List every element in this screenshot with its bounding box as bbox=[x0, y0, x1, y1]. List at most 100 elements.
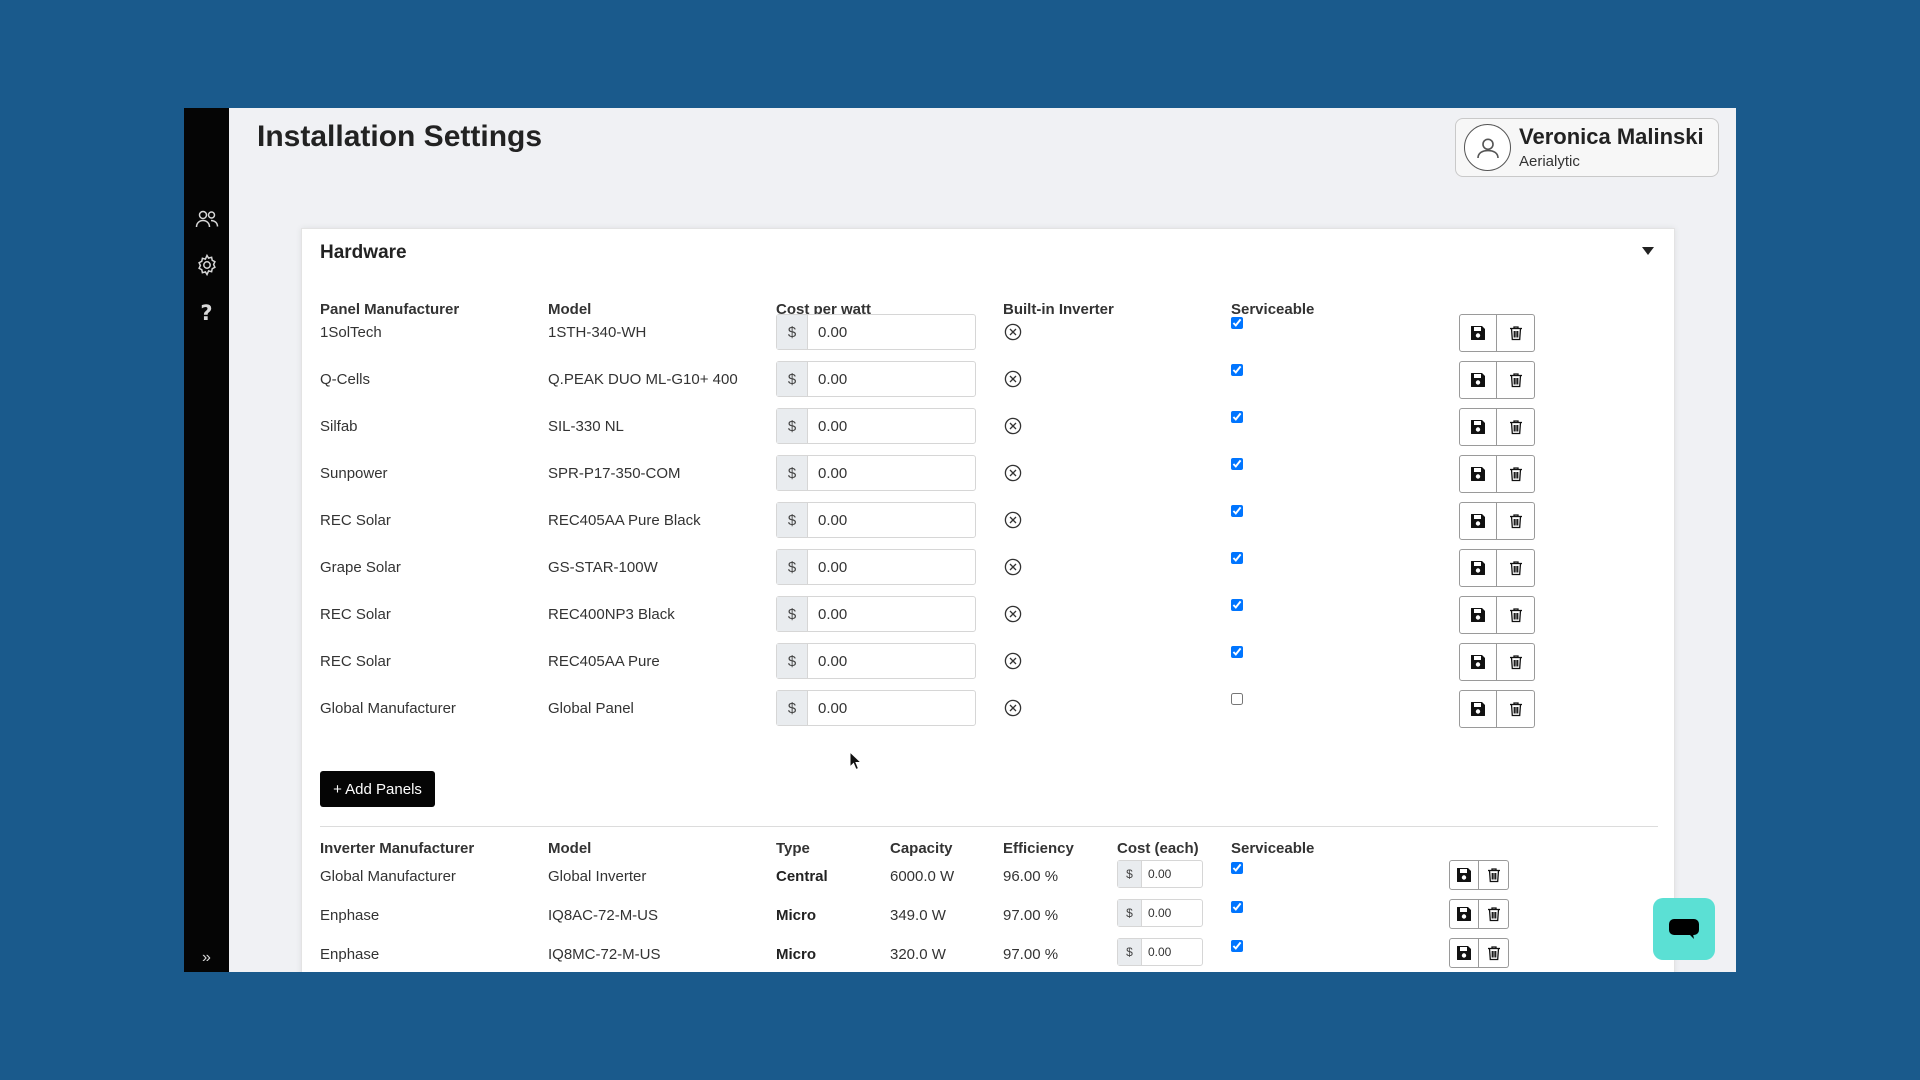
serviceable-checkbox[interactable] bbox=[1231, 646, 1243, 658]
cost-per-watt-input[interactable]: $ bbox=[776, 690, 976, 726]
cost-per-watt-input[interactable]: $ bbox=[776, 455, 976, 491]
inverter-cost-field[interactable] bbox=[1142, 861, 1202, 887]
users-icon[interactable] bbox=[192, 204, 221, 233]
trash-icon[interactable] bbox=[1497, 408, 1535, 446]
x-circle-icon bbox=[1003, 510, 1023, 530]
row-actions bbox=[1449, 938, 1509, 968]
inverter-efficiency: 97.00 % bbox=[1003, 946, 1059, 963]
cost-per-watt-field[interactable] bbox=[808, 644, 975, 678]
row-actions bbox=[1449, 899, 1509, 929]
serviceable-checkbox[interactable] bbox=[1231, 364, 1243, 376]
trash-icon[interactable] bbox=[1497, 361, 1535, 399]
serviceable-checkbox[interactable] bbox=[1231, 317, 1243, 329]
serviceable-checkbox[interactable] bbox=[1231, 693, 1243, 705]
serviceable-checkbox[interactable] bbox=[1231, 901, 1243, 913]
inverter-cost-input[interactable]: $ bbox=[1117, 899, 1203, 927]
row-actions bbox=[1459, 549, 1535, 587]
cost-per-watt-field[interactable] bbox=[808, 362, 975, 396]
cost-per-watt-field[interactable] bbox=[808, 456, 975, 490]
trash-icon[interactable] bbox=[1497, 455, 1535, 493]
gear-icon[interactable] bbox=[192, 250, 221, 279]
trash-icon[interactable] bbox=[1479, 860, 1509, 890]
row-actions bbox=[1449, 860, 1509, 890]
inverter-model: Global Inverter bbox=[548, 868, 647, 885]
panel-manufacturer: REC Solar bbox=[320, 653, 391, 670]
row-actions bbox=[1459, 596, 1535, 634]
trash-icon[interactable] bbox=[1497, 549, 1535, 587]
trash-icon[interactable] bbox=[1479, 899, 1509, 929]
inverter-header-manufacturer: Inverter Manufacturer bbox=[320, 840, 475, 857]
add-panels-button[interactable]: + Add Panels bbox=[320, 771, 435, 807]
save-icon[interactable] bbox=[1459, 455, 1497, 493]
save-icon[interactable] bbox=[1459, 549, 1497, 587]
save-icon[interactable] bbox=[1449, 860, 1479, 890]
save-icon[interactable] bbox=[1459, 690, 1497, 728]
x-circle-icon bbox=[1003, 463, 1023, 483]
trash-icon[interactable] bbox=[1497, 314, 1535, 352]
cost-per-watt-field[interactable] bbox=[808, 409, 975, 443]
row-actions bbox=[1459, 361, 1535, 399]
trash-icon[interactable] bbox=[1497, 643, 1535, 681]
trash-icon[interactable] bbox=[1479, 938, 1509, 968]
cost-per-watt-input[interactable]: $ bbox=[776, 361, 976, 397]
mouse-cursor-icon bbox=[849, 751, 863, 771]
serviceable-checkbox[interactable] bbox=[1231, 458, 1243, 470]
save-icon[interactable] bbox=[1459, 502, 1497, 540]
save-icon[interactable] bbox=[1459, 314, 1497, 352]
panel-header-builtin-inverter: Built-in Inverter bbox=[1003, 301, 1114, 318]
inverter-model: IQ8AC-72-M-US bbox=[548, 907, 659, 924]
help-icon[interactable]: ? bbox=[192, 298, 221, 327]
serviceable-checkbox[interactable] bbox=[1231, 599, 1243, 611]
save-icon[interactable] bbox=[1459, 408, 1497, 446]
inverter-header-serviceable: Serviceable bbox=[1231, 840, 1315, 857]
app-window: ? » Installation Settings Veronica Malin… bbox=[184, 108, 1736, 972]
cost-per-watt-field[interactable] bbox=[808, 597, 975, 631]
panel-header-manufacturer: Panel Manufacturer bbox=[320, 301, 460, 318]
save-icon[interactable] bbox=[1459, 361, 1497, 399]
inverter-cost-input[interactable]: $ bbox=[1117, 938, 1203, 966]
collapse-caret-icon[interactable] bbox=[1642, 247, 1654, 255]
trash-icon[interactable] bbox=[1497, 502, 1535, 540]
row-actions bbox=[1459, 643, 1535, 681]
cost-per-watt-input[interactable]: $ bbox=[776, 408, 976, 444]
panel-model: 1STH-340-WH bbox=[548, 324, 647, 341]
serviceable-checkbox[interactable] bbox=[1231, 411, 1243, 423]
inverter-header-capacity: Capacity bbox=[890, 840, 953, 857]
cost-per-watt-input[interactable]: $ bbox=[776, 502, 976, 538]
inverter-manufacturer: Enphase bbox=[320, 946, 380, 963]
trash-icon[interactable] bbox=[1497, 596, 1535, 634]
inverter-manufacturer: Enphase bbox=[320, 907, 380, 924]
inverter-cost-input[interactable]: $ bbox=[1117, 860, 1203, 888]
cost-per-watt-input[interactable]: $ bbox=[776, 314, 976, 350]
cost-per-watt-field[interactable] bbox=[808, 550, 975, 584]
cost-per-watt-field[interactable] bbox=[808, 315, 975, 349]
serviceable-checkbox[interactable] bbox=[1231, 940, 1243, 952]
serviceable-checkbox[interactable] bbox=[1231, 552, 1243, 564]
user-profile-card[interactable]: Veronica Malinski Aerialytic bbox=[1455, 118, 1719, 177]
trash-icon[interactable] bbox=[1497, 690, 1535, 728]
row-actions bbox=[1459, 455, 1535, 493]
save-icon[interactable] bbox=[1449, 899, 1479, 929]
x-circle-icon bbox=[1003, 322, 1023, 342]
serviceable-checkbox[interactable] bbox=[1231, 505, 1243, 517]
cost-per-watt-input[interactable]: $ bbox=[776, 643, 976, 679]
cost-per-watt-input[interactable]: $ bbox=[776, 596, 976, 632]
cost-per-watt-input[interactable]: $ bbox=[776, 549, 976, 585]
save-icon[interactable] bbox=[1459, 643, 1497, 681]
inverter-type: Micro bbox=[776, 946, 817, 963]
cost-per-watt-field[interactable] bbox=[808, 503, 975, 537]
save-icon[interactable] bbox=[1459, 596, 1497, 634]
hardware-card: Hardware Panel Manufacturer Model Cost p… bbox=[301, 228, 1675, 972]
inverter-cost-field[interactable] bbox=[1142, 939, 1202, 965]
currency-symbol: $ bbox=[777, 503, 808, 537]
user-name: Veronica Malinski bbox=[1519, 124, 1704, 149]
chat-button[interactable] bbox=[1653, 898, 1715, 960]
inverter-cost-field[interactable] bbox=[1142, 900, 1202, 926]
panel-manufacturer: Grape Solar bbox=[320, 559, 401, 576]
save-icon[interactable] bbox=[1449, 938, 1479, 968]
currency-symbol: $ bbox=[777, 644, 808, 678]
sidebar-expand-icon[interactable]: » bbox=[192, 946, 221, 970]
panel-model: Global Panel bbox=[548, 700, 634, 717]
cost-per-watt-field[interactable] bbox=[808, 691, 975, 725]
serviceable-checkbox[interactable] bbox=[1231, 862, 1243, 874]
